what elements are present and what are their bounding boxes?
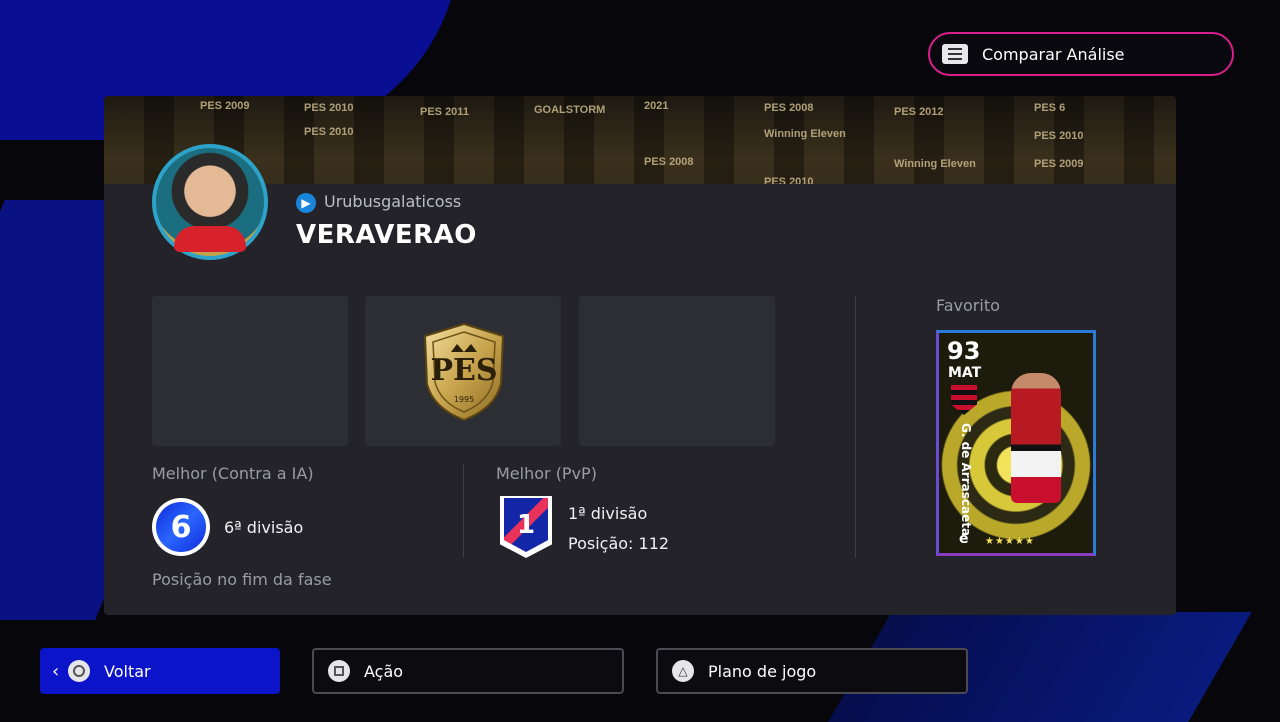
favorite-label: Favorito (936, 296, 1000, 315)
menu-icon (942, 44, 968, 64)
efootball-logo-icon: e (959, 531, 969, 547)
playstation-icon: ▶ (296, 193, 316, 213)
pvp-division-number: 1 (504, 498, 548, 552)
achievement-slot-1[interactable] (152, 296, 348, 446)
game-plan-label: Plano de jogo (708, 661, 817, 681)
best-ai-label: Melhor (Contra a IA) (152, 464, 314, 483)
club-crest-icon (951, 385, 977, 415)
player-stars: ★★★★★ (985, 536, 1035, 547)
action-button[interactable]: Ação (312, 648, 624, 694)
ai-division-badge: 6 (152, 498, 210, 556)
best-pvp-label: Melhor (PvP) (496, 464, 597, 483)
pes-badge-icon: PES 1995 (423, 322, 505, 422)
avatar[interactable] (152, 144, 268, 260)
team-name: VERAVERAO (296, 220, 477, 250)
banner-curve (754, 184, 1176, 274)
player-position: MAT (948, 365, 982, 381)
chevron-left-icon: ‹ (52, 660, 60, 682)
square-button-icon (328, 660, 350, 682)
favorite-player-card[interactable]: 93 MAT G. de Arrascaeta e ★★★★★ (936, 330, 1096, 556)
back-button[interactable]: ‹ Voltar (40, 648, 280, 694)
divider (855, 296, 856, 558)
circle-button-icon (68, 660, 90, 682)
pvp-position-text: Posição: 112 (568, 534, 670, 553)
action-label: Ação (364, 661, 404, 681)
triangle-button-icon: △ (672, 660, 694, 682)
back-label: Voltar (104, 661, 151, 681)
compare-analysis-button[interactable]: Comparar Análise (928, 32, 1234, 76)
player-rating: 93 (947, 337, 981, 365)
player-name: G. de Arrascaeta (959, 423, 973, 537)
username: Urubusgalaticoss (324, 192, 462, 211)
pvp-division-text: 1ª divisão (568, 504, 648, 523)
game-plan-button[interactable]: △ Plano de jogo (656, 648, 968, 694)
svg-text:PES: PES (430, 353, 497, 388)
compare-analysis-label: Comparar Análise (982, 44, 1125, 64)
ai-division-number: 6 (156, 502, 206, 552)
player-image (1011, 373, 1061, 503)
achievement-slot-3[interactable] (579, 296, 775, 446)
phase-end-position-label: Posição no fim da fase (152, 570, 332, 589)
divider (463, 464, 464, 557)
badge-year: 1995 (454, 395, 474, 404)
profile-panel: PES 2009 PES 2010 PES 2011 GOALSTORM 202… (104, 96, 1176, 615)
ai-division-text: 6ª divisão (224, 518, 304, 537)
achievement-slot-2[interactable]: PES 1995 (365, 296, 561, 446)
